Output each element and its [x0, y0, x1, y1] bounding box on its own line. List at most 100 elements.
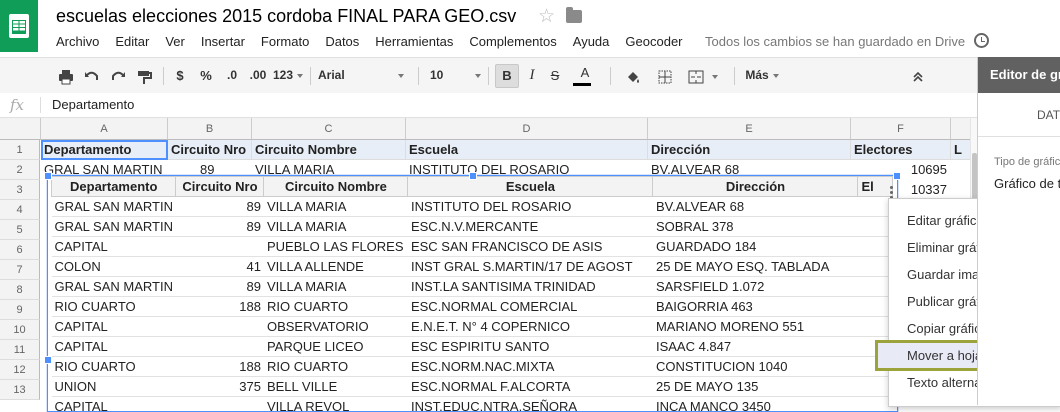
row-header[interactable]: 5 — [0, 220, 40, 240]
chart-table-cell: 188 — [176, 297, 264, 317]
chart-table-cell: VILLA REVOL — [264, 397, 408, 412]
sheets-logo-icon[interactable] — [0, 0, 38, 52]
cell-e2[interactable]: BV.ALVEAR 68 — [651, 160, 847, 174]
resize-handle[interactable] — [44, 356, 52, 364]
chart-table-cell: GRAL SAN MARTIN — [52, 197, 176, 217]
chart-table-cell: OBSERVATORIO — [264, 317, 408, 337]
chart-col-departamento[interactable]: Departamento — [52, 177, 176, 197]
save-status[interactable]: Todos los cambios se han guardado en Dri… — [705, 34, 965, 49]
folder-icon[interactable] — [566, 10, 582, 23]
document-title[interactable]: escuelas elecciones 2015 cordoba FINAL P… — [56, 6, 516, 27]
menu-archivo[interactable]: Archivo — [56, 34, 99, 49]
print-icon[interactable] — [56, 58, 76, 93]
cell-header-circuito-nro[interactable]: Circuito Nro — [168, 140, 252, 160]
menu-herramientas[interactable]: Herramientas — [375, 34, 453, 49]
fill-color-icon[interactable] — [620, 58, 646, 93]
strikethrough-button[interactable]: S — [546, 58, 564, 93]
row-header[interactable]: 10 — [0, 320, 40, 340]
row-header[interactable]: 12 — [0, 360, 40, 380]
row-header[interactable]: 4 — [0, 200, 40, 220]
menu-ver[interactable]: Ver — [165, 34, 185, 49]
chart-col-circuito-nro[interactable]: Circuito Nro — [176, 177, 264, 197]
chart-table-cell: 41 — [176, 257, 264, 277]
formula-input[interactable]: Departamento — [52, 97, 134, 112]
redo-icon[interactable] — [108, 58, 128, 93]
chart-table-cell: CAPITAL — [52, 237, 176, 257]
cell-header-l[interactable]: L — [951, 140, 970, 160]
cell-header-circuito-nombre[interactable]: Circuito Nombre — [252, 140, 406, 160]
row-header[interactable]: 13 — [0, 380, 40, 400]
history-icon[interactable] — [974, 33, 989, 48]
borders-icon[interactable] — [652, 58, 678, 93]
row-header[interactable]: 3 — [0, 180, 40, 200]
column-header-e[interactable]: E — [648, 118, 851, 140]
chart-table-cell: SOBRAL 378 — [653, 217, 858, 237]
cell-d2[interactable]: INSTITUTO DEL ROSARIO — [409, 160, 645, 174]
italic-button[interactable]: I — [523, 58, 541, 93]
cell-header-electores[interactable]: Electores — [851, 140, 951, 160]
row-header[interactable]: 7 — [0, 260, 40, 280]
chart-table-cell: GRAL SAN MARTIN — [52, 217, 176, 237]
chart-table-cell: 25 DE MAYO ESQ. TABLADA — [653, 257, 858, 277]
column-header-g[interactable] — [951, 118, 970, 140]
bold-button[interactable]: B — [495, 64, 519, 88]
chart-table-cell: RIO CUARTO — [264, 357, 408, 377]
cell-header-escuela[interactable]: Escuela — [406, 140, 648, 160]
menu-formato[interactable]: Formato — [261, 34, 309, 49]
row-header[interactable]: 2 — [0, 160, 40, 180]
menu-editar[interactable]: Editar — [115, 34, 149, 49]
column-header-a[interactable]: A — [41, 118, 168, 140]
text-color-button[interactable]: A — [572, 58, 598, 93]
number-format-label: 123 — [273, 68, 293, 82]
tab-datos[interactable]: DATOS — [978, 93, 1060, 137]
font-size-dropdown[interactable]: 10 — [430, 58, 482, 93]
column-header-c[interactable]: C — [252, 118, 406, 140]
menu-insertar[interactable]: Insertar — [201, 34, 245, 49]
resize-handle[interactable] — [44, 172, 52, 180]
chart-col-direccion[interactable]: Dirección — [653, 177, 858, 197]
column-header-d[interactable]: D — [406, 118, 648, 140]
cell-c2[interactable]: VILLA MARIA — [255, 160, 403, 174]
menu-geocoder[interactable]: Geocoder — [625, 34, 682, 49]
paint-format-icon[interactable] — [134, 58, 154, 93]
chart-table-cell: 89 — [176, 217, 264, 237]
chart-col-circuito-nombre[interactable]: Circuito Nombre — [264, 177, 408, 197]
cell-a2[interactable]: GRAL SAN MARTIN — [44, 160, 166, 174]
column-header-b[interactable]: B — [168, 118, 252, 140]
row-header[interactable]: 6 — [0, 240, 40, 260]
cell-header-direccion[interactable]: Dirección — [648, 140, 851, 160]
number-format-dropdown[interactable]: 123 — [272, 58, 304, 93]
undo-icon[interactable] — [82, 58, 102, 93]
chart-table-cell: INST.EDUC.NTRA.SEÑORA — [408, 397, 653, 412]
chart-table-row: COLON41VILLA ALLENDEINST GRAL S.MARTIN/1… — [52, 257, 893, 277]
chart-table-cell: VILLA MARIA — [264, 277, 408, 297]
currency-button[interactable]: $ — [172, 58, 188, 93]
chart-table: Departamento Circuito Nro Circuito Nombr… — [51, 176, 893, 412]
collapse-toolbar-icon[interactable] — [908, 58, 928, 93]
chart-type-dropdown[interactable]: Gráfico de tabla — [994, 176, 1060, 191]
chart-table-cell: 188 — [176, 357, 264, 377]
menu-datos[interactable]: Datos — [325, 34, 359, 49]
percent-button[interactable]: % — [196, 58, 216, 93]
merge-cells-icon[interactable] — [688, 58, 718, 93]
chart-col-escuela[interactable]: Escuela — [408, 177, 653, 197]
table-chart[interactable]: Departamento Circuito Nro Circuito Nombr… — [47, 175, 898, 412]
increase-decimals-button[interactable]: .00 — [246, 58, 270, 93]
resize-handle[interactable] — [893, 172, 901, 180]
cell-b2[interactable]: 89 — [200, 160, 240, 174]
decrease-decimals-button[interactable]: .0 — [222, 58, 242, 93]
select-all-corner[interactable] — [0, 118, 41, 140]
menu-complementos[interactable]: Complementos — [469, 34, 556, 49]
toolbar: $ % .0 .00 123 Arial 10 B I S A Más — [0, 57, 977, 94]
chart-editor-panel: Editor de gráficos DATOS Tipo de gráfico… — [977, 57, 1060, 405]
font-family-dropdown[interactable]: Arial — [318, 58, 404, 93]
row-header[interactable]: 9 — [0, 300, 40, 320]
row-header[interactable]: 11 — [0, 340, 40, 360]
row-header[interactable]: 1 — [0, 140, 40, 160]
resize-handle[interactable] — [469, 172, 477, 180]
row-header[interactable]: 8 — [0, 280, 40, 300]
column-header-f[interactable]: F — [851, 118, 951, 140]
star-icon[interactable]: ☆ — [538, 5, 555, 28]
menu-ayuda[interactable]: Ayuda — [573, 34, 610, 49]
more-button[interactable]: Más — [742, 58, 782, 93]
